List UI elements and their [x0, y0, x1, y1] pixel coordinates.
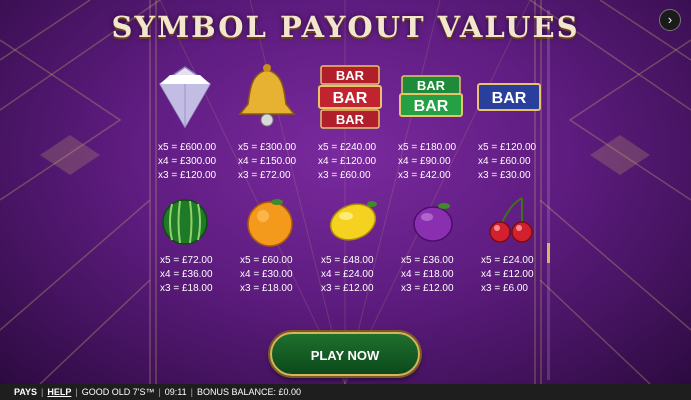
watermelon-icon	[162, 199, 208, 245]
payout-x4: x4 = £90.00	[398, 156, 451, 167]
single-bar-icon: BAR	[477, 83, 541, 111]
payout-x3: x3 = £6.00	[481, 283, 528, 294]
payout-x5: x5 = £300.00	[238, 142, 297, 153]
payout-list: x5 = £120.00 x4 = £60.00 x3 = £30.00	[478, 141, 536, 183]
payout-x3: x3 = £120.00	[158, 170, 217, 181]
payout-x4: x4 = £150.00	[238, 156, 297, 167]
payout-x3: x3 = £72.00	[238, 170, 291, 181]
triple-bar-icon: BAR BAR BAR	[318, 65, 382, 129]
double-bar-icon: BAR BAR	[399, 75, 463, 117]
cherries-icon	[489, 197, 533, 243]
separator: |	[190, 387, 193, 397]
payout-x5: x5 = £120.00	[478, 142, 537, 153]
payout-x3: x3 = £12.00	[321, 283, 374, 294]
scrollbar-thumb[interactable]	[547, 243, 550, 263]
payout-x4: x4 = £30.00	[240, 269, 293, 280]
page-title: SYMBOL PAYOUT VALUES	[111, 10, 580, 44]
lemon-icon	[329, 201, 377, 241]
payout-x5: x5 = £36.00	[401, 255, 454, 266]
next-page-button[interactable]: ›	[659, 9, 681, 31]
bar-label: BAR	[492, 90, 527, 107]
separator: |	[158, 387, 161, 397]
payout-x3: x3 = £18.00	[160, 283, 213, 294]
separator: |	[75, 387, 78, 397]
scrollbar-track[interactable]	[547, 10, 550, 380]
payout-x5: x5 = £24.00	[481, 255, 534, 266]
payout-x4: x4 = £12.00	[481, 269, 534, 280]
payout-x4: x4 = £36.00	[160, 269, 213, 280]
payout-list: x5 = £48.00 x4 = £24.00 x3 = £12.00	[321, 254, 374, 296]
payout-x4: x4 = £18.00	[401, 269, 454, 280]
paytable-screen: SYMBOL PAYOUT VALUES › BAR BAR BAR BAR B…	[0, 0, 691, 384]
bar-label-bottom: BAR	[414, 98, 449, 115]
payout-x3: x3 = £60.00	[318, 170, 371, 181]
bar-label-bottom: BAR	[336, 112, 365, 127]
diamond-icon	[159, 66, 211, 129]
chevron-right-icon: ›	[667, 12, 673, 27]
status-bar: PAYS | HELP | GOOD OLD 7'S™ | 09:11 | BONUS BALA…	[0, 384, 691, 400]
payout-x4: x4 = £24.00	[321, 269, 374, 280]
payout-list: x5 = £72.00 x4 = £36.00 x3 = £18.00	[160, 254, 213, 296]
payout-x5: x5 = £60.00	[240, 255, 293, 266]
payout-x3: x3 = £12.00	[401, 283, 454, 294]
bell-icon	[238, 64, 296, 127]
payout-x5: x5 = £600.00	[158, 142, 217, 153]
payout-list: x5 = £300.00 x4 = £150.00 x3 = £72.00	[238, 141, 296, 183]
clock: 09:11	[164, 387, 187, 397]
bonus-balance: BONUS BALANCE: £0.00	[197, 387, 302, 397]
payout-x5: x5 = £72.00	[160, 255, 213, 266]
payout-x3: x3 = £42.00	[398, 170, 451, 181]
payout-x5: x5 = £240.00	[318, 142, 377, 153]
orange-icon	[247, 199, 293, 247]
payout-x3: x3 = £18.00	[240, 283, 293, 294]
payout-list: x5 = £600.00 x4 = £300.00 x3 = £120.00	[158, 141, 216, 183]
payout-x4: x4 = £300.00	[158, 156, 217, 167]
payout-list: x5 = £240.00 x4 = £120.00 x3 = £60.00	[318, 141, 376, 183]
payout-list: x5 = £36.00 x4 = £18.00 x3 = £12.00	[401, 254, 454, 296]
plum-icon	[413, 203, 453, 242]
game-name: GOOD OLD 7'S™	[81, 387, 155, 397]
bar-label-top: BAR	[417, 78, 446, 93]
payout-x5: x5 = £180.00	[398, 142, 457, 153]
bar-label-mid: BAR	[333, 90, 368, 107]
play-now-button[interactable]: PLAY NOW	[270, 332, 420, 376]
separator: |	[41, 387, 44, 397]
payout-list: x5 = £180.00 x4 = £90.00 x3 = £42.00	[398, 141, 456, 183]
payout-x4: x4 = £60.00	[478, 156, 531, 167]
payout-list: x5 = £60.00 x4 = £30.00 x3 = £18.00	[240, 254, 293, 296]
payout-x3: x3 = £30.00	[478, 170, 531, 181]
pays-link[interactable]: PAYS	[14, 384, 37, 400]
help-link[interactable]: HELP	[47, 384, 71, 400]
payout-x5: x5 = £48.00	[321, 255, 374, 266]
payout-x4: x4 = £120.00	[318, 156, 377, 167]
payout-list: x5 = £24.00 x4 = £12.00 x3 = £6.00	[481, 254, 534, 296]
bar-label-top: BAR	[336, 68, 365, 83]
